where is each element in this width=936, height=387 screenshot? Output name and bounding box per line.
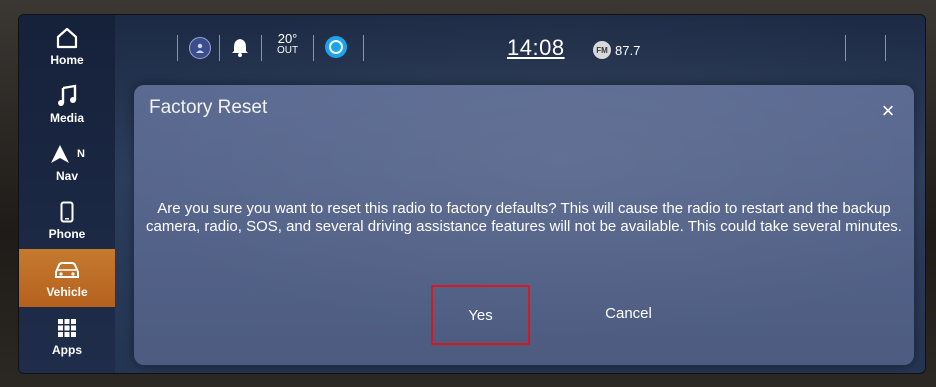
driver-profile-icon[interactable] [189, 37, 211, 59]
voice-assistant-icon[interactable] [325, 36, 347, 58]
music-note-icon [56, 83, 78, 109]
left-nav-rail: Home Media N Nav Phone Vehicle Apps [19, 15, 115, 373]
rail-item-vehicle[interactable]: Vehicle [19, 249, 115, 307]
rail-item-label: Nav [55, 169, 78, 183]
dialog-title: Factory Reset [149, 97, 268, 118]
rail-item-media[interactable]: Media [19, 75, 115, 133]
rail-item-label: Home [50, 53, 84, 67]
divider [363, 35, 364, 61]
divider [845, 35, 846, 61]
clock[interactable]: 14:08 [507, 35, 565, 61]
rail-item-label: Phone [48, 227, 86, 241]
divider [261, 35, 262, 61]
notification-bell-icon[interactable] [231, 37, 249, 62]
close-icon[interactable]: × [876, 99, 900, 123]
divider [177, 35, 178, 61]
car-icon [52, 257, 82, 283]
radio-band-badge: FM [593, 41, 611, 59]
status-bar: 20° OUT 14:08 FM 87.7 [115, 15, 925, 77]
rail-item-label: Apps [52, 343, 82, 357]
compass-heading: N [77, 148, 85, 160]
navigation-arrow-icon: N [49, 141, 85, 167]
temperature-label: OUT [277, 45, 299, 56]
divider [313, 35, 314, 61]
outside-temperature: 20° OUT [277, 31, 299, 57]
dialog-message: Are you sure you want to reset this radi… [146, 200, 902, 235]
rail-item-phone[interactable]: Phone [19, 191, 115, 249]
apps-grid-icon [57, 315, 77, 341]
rail-item-apps[interactable]: Apps [19, 307, 115, 365]
home-icon [55, 25, 79, 51]
yes-button[interactable]: Yes [431, 285, 530, 345]
rail-item-nav[interactable]: N Nav [19, 133, 115, 191]
temperature-value: 20° [277, 31, 298, 46]
divider [885, 35, 886, 61]
rail-item-home[interactable]: Home [19, 17, 115, 75]
divider [219, 35, 220, 61]
phone-icon [60, 199, 74, 225]
factory-reset-dialog: Factory Reset × Are you sure you want to… [134, 85, 914, 365]
radio-frequency[interactable]: 87.7 [615, 43, 640, 58]
rail-item-label: Media [49, 111, 84, 125]
infotainment-screen: Home Media N Nav Phone Vehicle Apps 20° … [18, 14, 926, 374]
rail-item-label: Vehicle [46, 285, 88, 299]
cancel-button[interactable]: Cancel [581, 285, 676, 341]
